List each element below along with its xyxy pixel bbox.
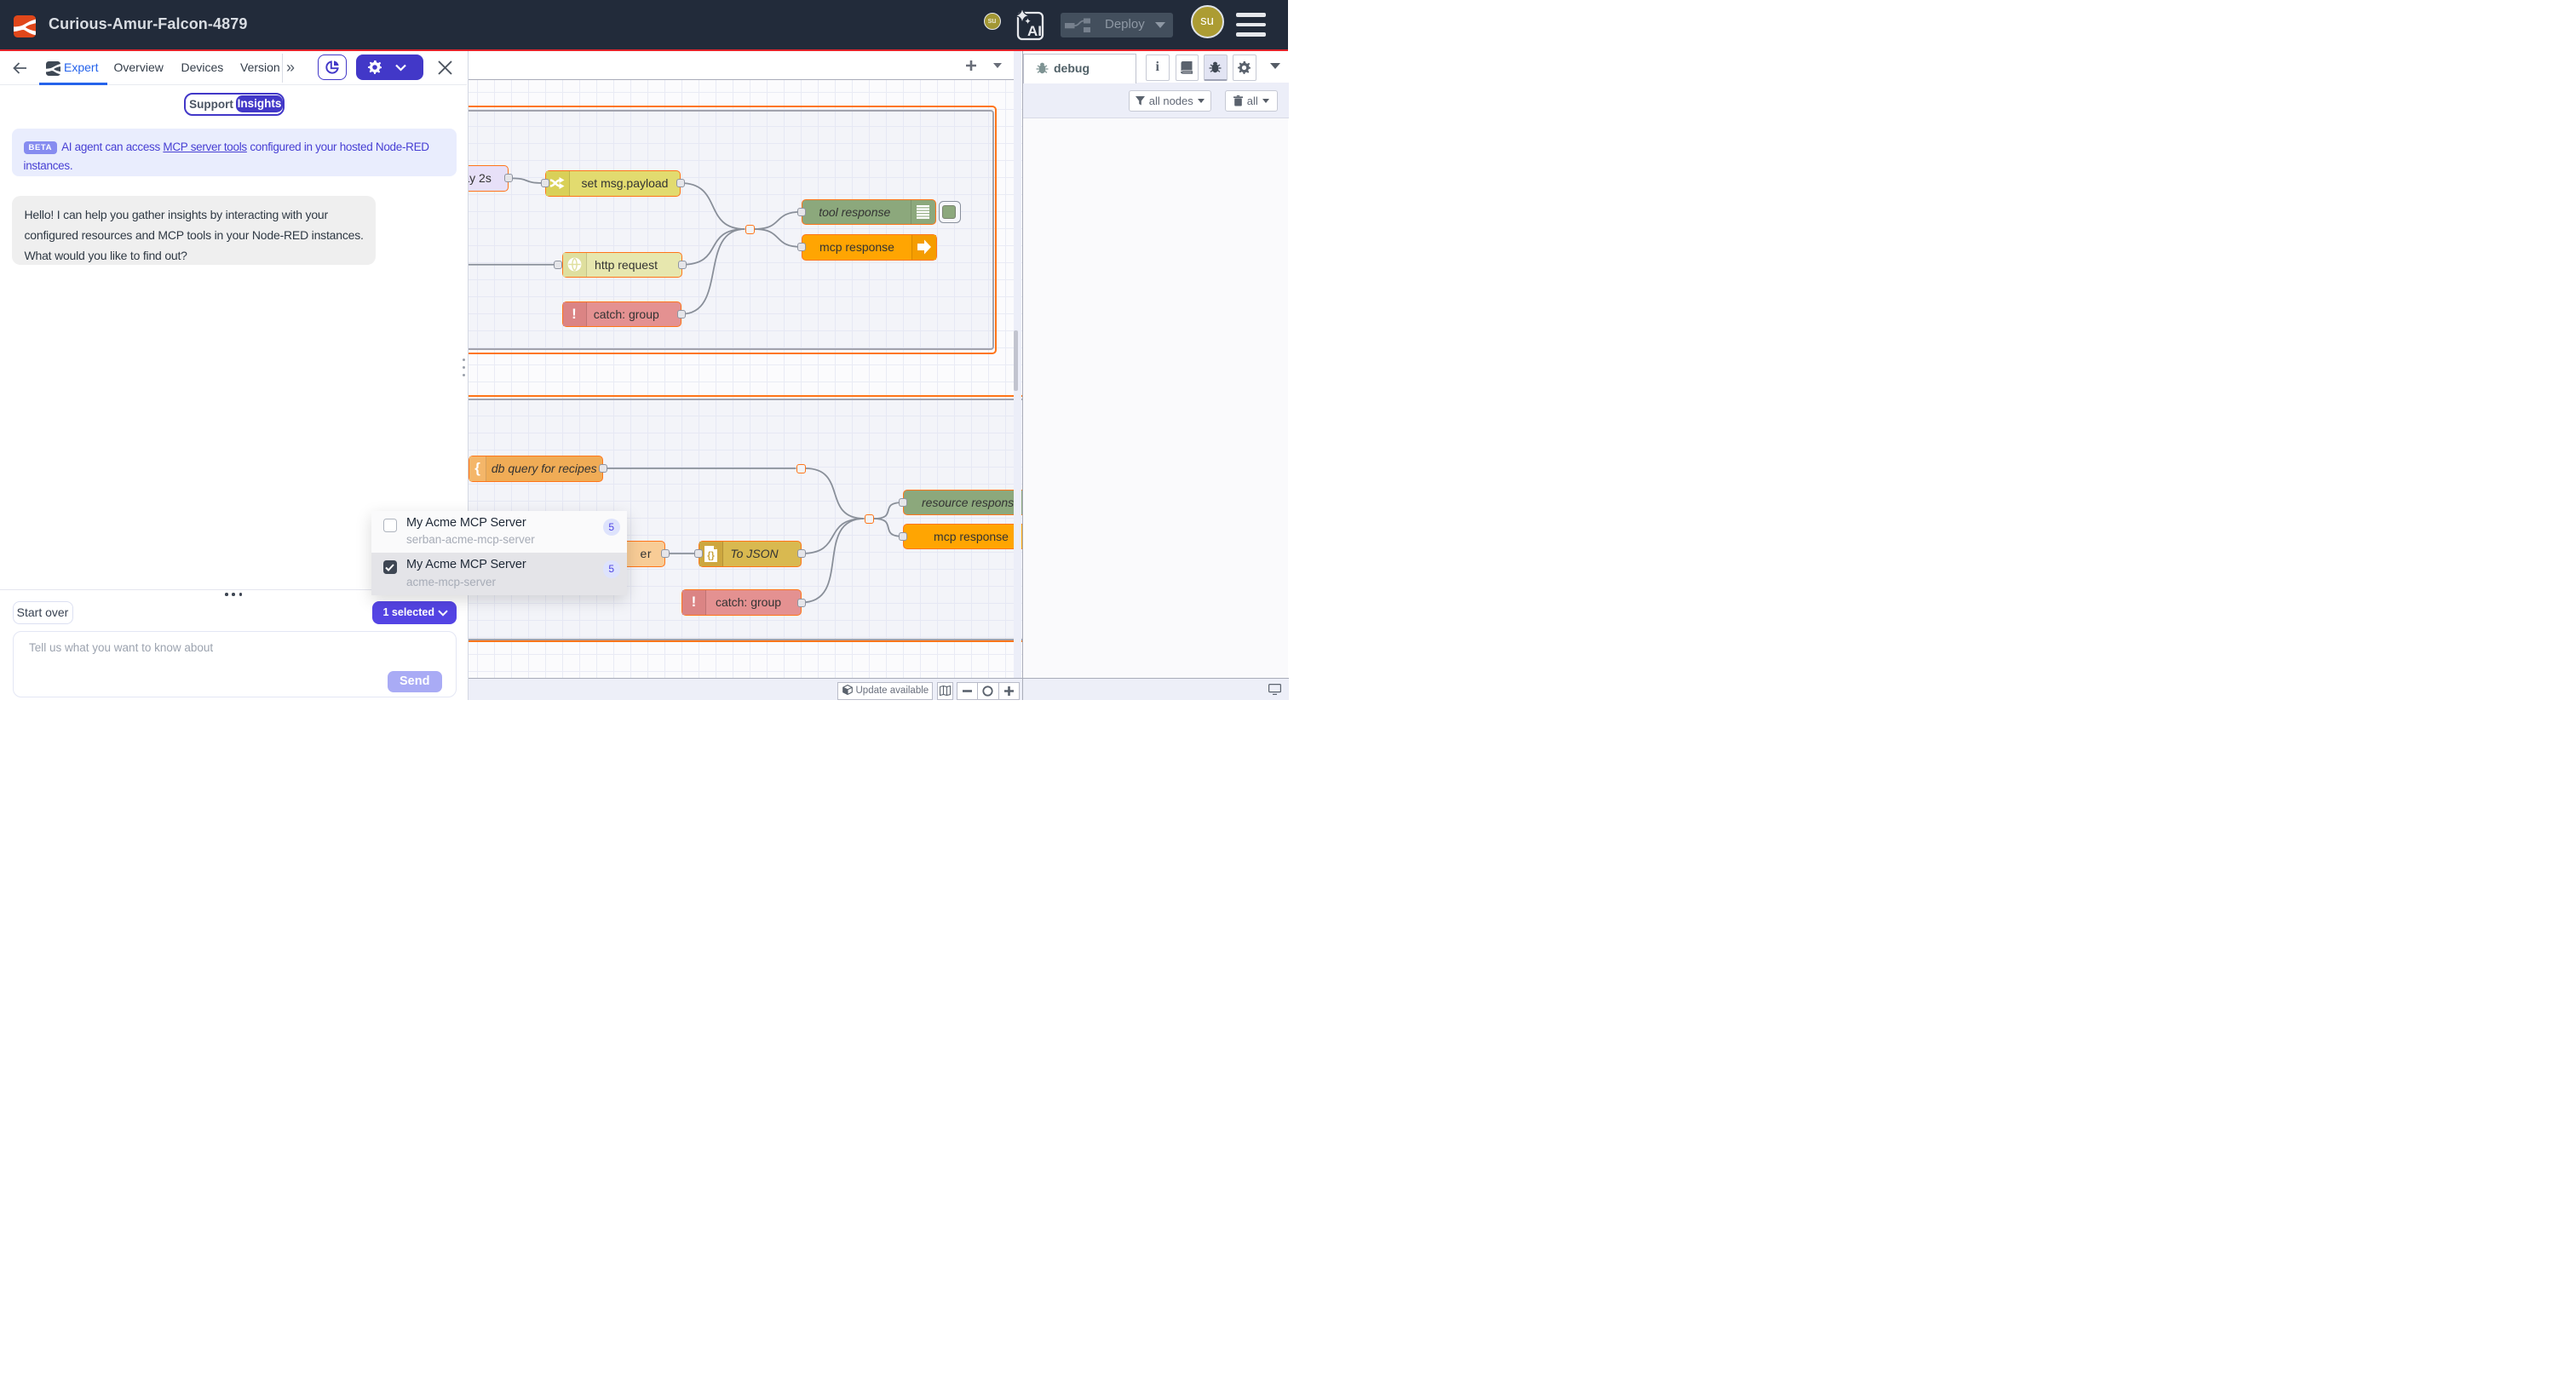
svg-text:AI: AI <box>1027 23 1042 39</box>
svg-text:{}: {} <box>707 550 715 560</box>
